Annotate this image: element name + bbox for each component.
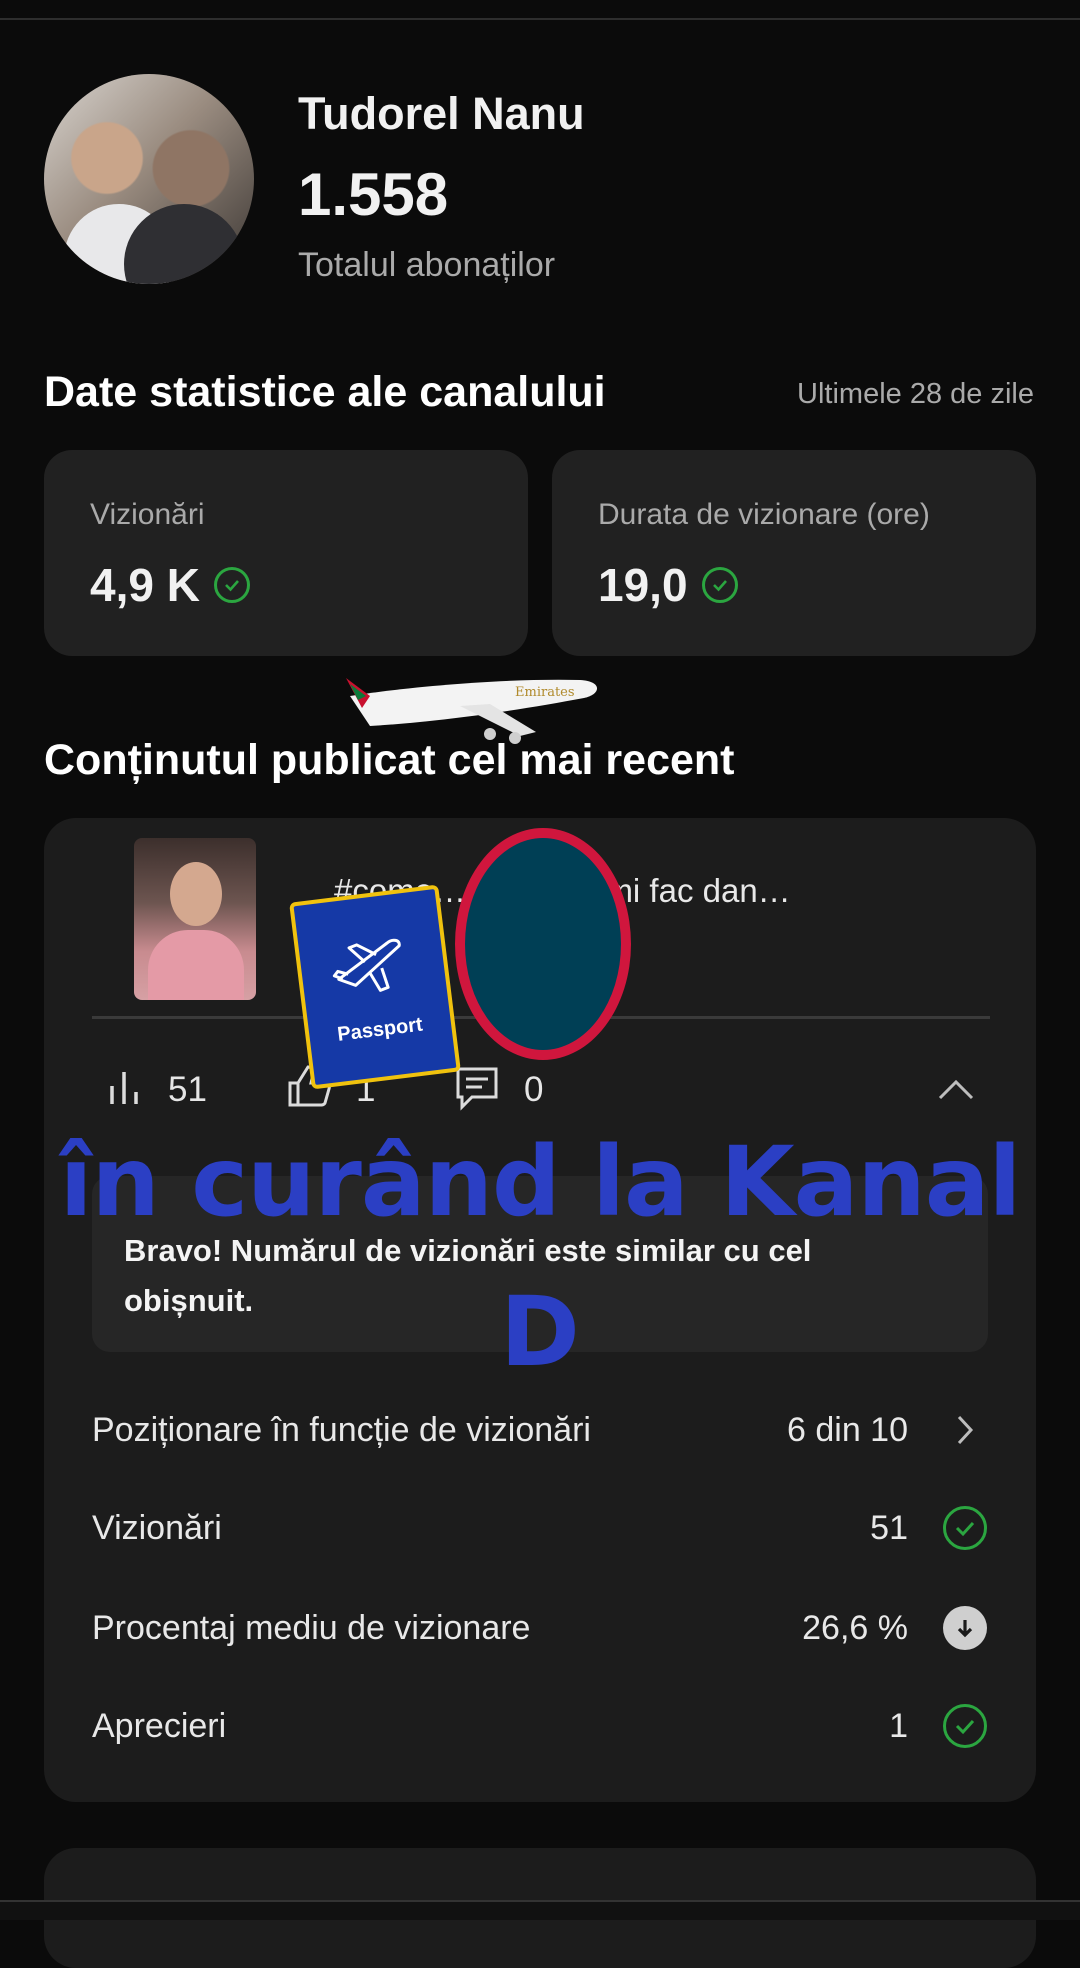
check-circle-icon [942,1703,988,1749]
chevron-up-icon[interactable] [936,1070,976,1115]
channel-stats-title: Date statistice ale canalului [44,368,606,416]
check-circle-icon [213,567,250,603]
arrow-down-circle-icon [942,1605,988,1651]
views-card-value: 4,9 K [90,559,200,611]
watch-time-card-label: Durata de vizionare (ore) [598,498,930,531]
chevron-right-icon [942,1407,988,1453]
comments-metric-value: 0 [524,1070,544,1109]
comment-icon [452,1061,502,1120]
ranking-label: Poziționare în funcție de vizionări [92,1410,591,1449]
channel-name: Tudorel Nanu [298,88,585,139]
likes-row-value: 1 [889,1706,908,1745]
subscriber-label: Totalul abonaților [298,246,556,284]
comments-metric: 0 [452,1064,543,1116]
check-circle-icon [942,1505,988,1551]
bar-chart-icon [102,1064,146,1117]
views-card-value-row: 4,9 K [90,558,250,612]
passport-label: Passport [336,1013,424,1046]
ranking-row[interactable]: Poziționare în funcție de vizionări 6 di… [92,1400,988,1460]
oval-sticker [455,828,631,1060]
ranking-value: 6 din 10 [787,1410,908,1449]
svg-text:Emirates: Emirates [515,685,575,700]
views-card[interactable]: Vizionări 4,9 K [44,450,528,656]
watch-time-card-value: 19,0 [598,559,688,611]
avg-percent-row: Procentaj mediu de vizionare 26,6 % [92,1598,988,1658]
views-card-label: Vizionări [90,498,205,531]
avg-percent-label: Procentaj mediu de vizionare [92,1608,531,1647]
top-divider [0,18,1080,20]
subscriber-count: 1.558 [298,161,449,228]
views-metric: 51 [102,1064,207,1116]
system-nav-bar [0,1900,1080,1920]
watch-time-card[interactable]: Durata de vizionare (ore) 19,0 [552,450,1036,656]
views-row: Vizionări 51 [92,1498,988,1558]
avg-percent-value: 26,6 % [802,1608,908,1647]
views-metric-value: 51 [168,1070,207,1109]
likes-row: Aprecieri 1 [92,1696,988,1756]
period-label[interactable]: Ultimele 28 de zile [797,378,1034,411]
views-row-label: Vizionări [92,1508,222,1547]
overlay-caption-line2: D [500,1276,580,1388]
watch-time-card-value-row: 19,0 [598,558,738,612]
passport-sticker: Passport [289,884,461,1090]
video-thumbnail[interactable] [134,838,256,1000]
views-row-value: 51 [870,1508,908,1547]
overlay-caption-line1: în curând la Kanal [59,1126,1022,1238]
check-circle-icon [701,567,738,603]
airplane-sticker: Emirates [340,666,610,751]
likes-row-label: Aprecieri [92,1706,227,1745]
channel-avatar[interactable] [44,74,254,284]
